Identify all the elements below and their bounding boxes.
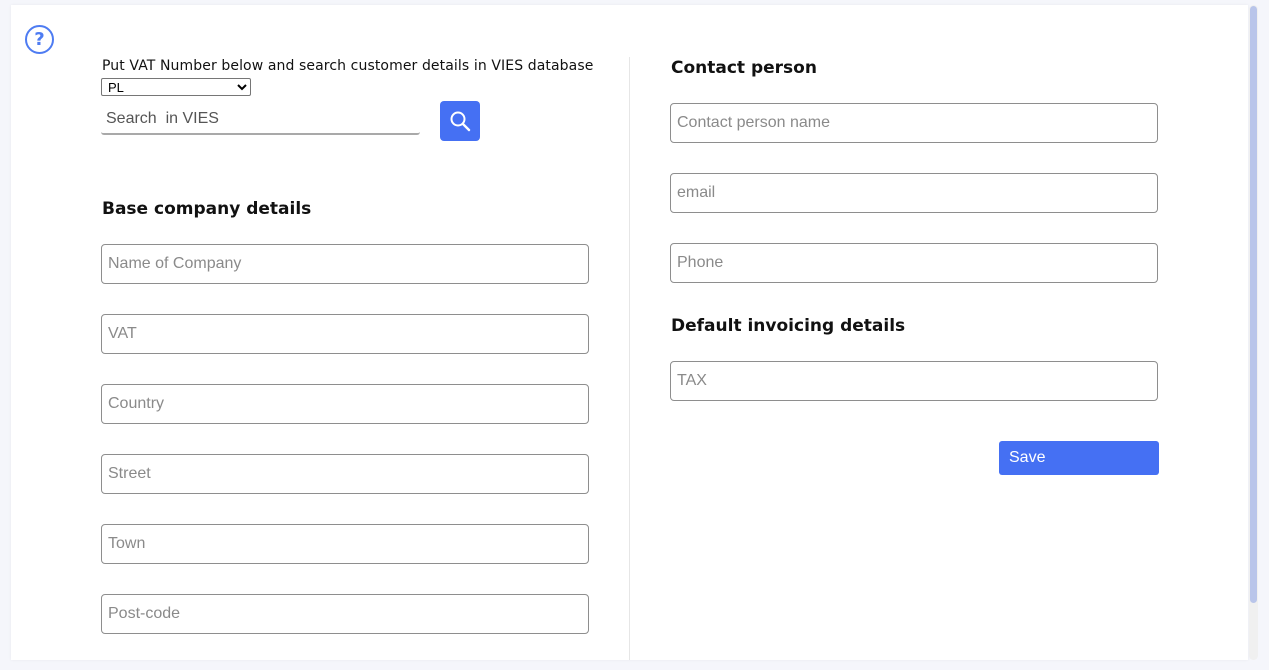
town-field[interactable]: [101, 524, 589, 564]
vies-search-input[interactable]: [101, 104, 420, 135]
street-field[interactable]: [101, 454, 589, 494]
vies-search-button[interactable]: [440, 101, 480, 141]
vies-instruction-label: Put VAT Number below and search customer…: [102, 58, 594, 74]
country-field[interactable]: [101, 384, 589, 424]
save-button[interactable]: Save: [999, 441, 1159, 475]
postcode-field[interactable]: [101, 594, 589, 634]
tax-field[interactable]: [670, 361, 1158, 401]
column-divider: [629, 57, 630, 660]
help-icon[interactable]: ?: [25, 25, 54, 54]
base-company-title: Base company details: [102, 199, 312, 219]
phone-field[interactable]: [670, 243, 1158, 283]
search-icon: [450, 111, 471, 132]
company-name-field[interactable]: [101, 244, 589, 284]
email-field[interactable]: [670, 173, 1158, 213]
contact-name-field[interactable]: [670, 103, 1158, 143]
scrollbar-thumb[interactable]: [1250, 6, 1257, 603]
contact-person-title: Contact person: [671, 58, 817, 78]
country-select[interactable]: PL: [101, 78, 251, 96]
invoicing-title: Default invoicing details: [671, 316, 906, 336]
vat-field[interactable]: [101, 314, 589, 354]
